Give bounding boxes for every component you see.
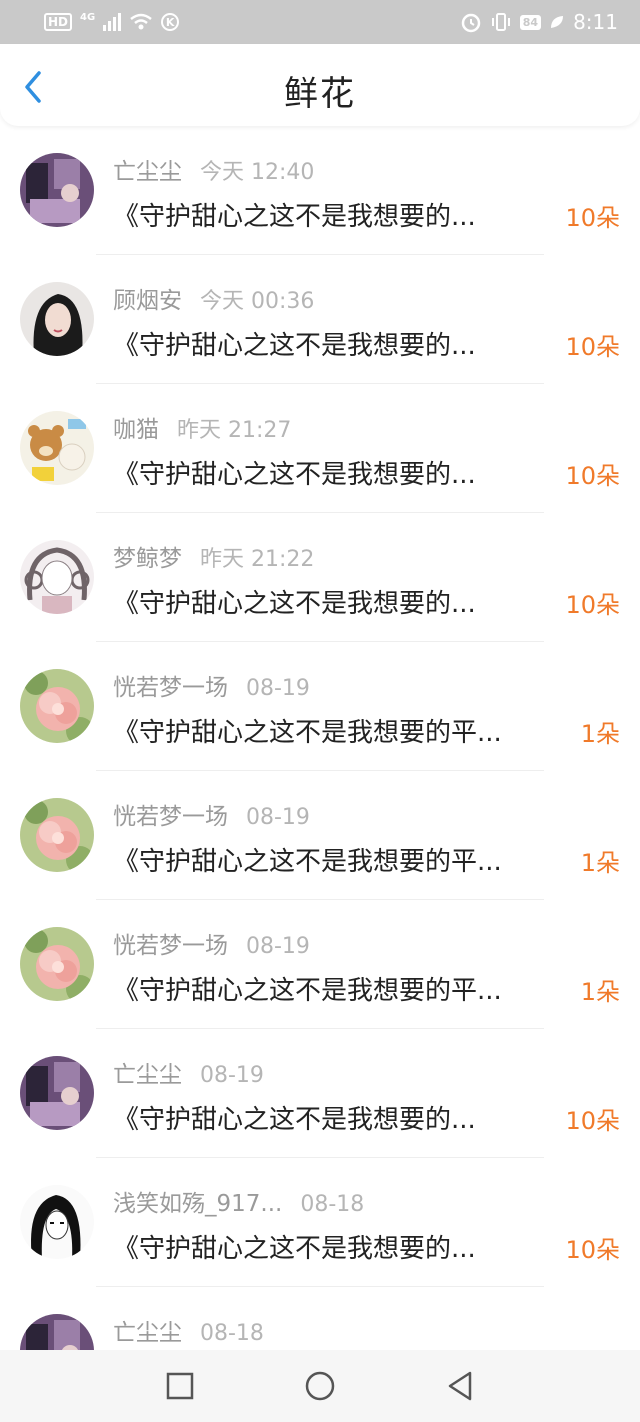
clock: 8:11: [573, 10, 618, 34]
flower-count: 10朵: [565, 591, 620, 619]
list-item[interactable]: 浅笑如殇_917... 08-18 《守护甜心之这不是我想要的... 10朵: [0, 1158, 640, 1287]
item-meta: 顾烟安 今天 00:36: [113, 281, 314, 315]
battery-icon: 84: [519, 14, 542, 30]
item-meta: 梦鲸梦 昨天 21:22: [113, 539, 314, 573]
book-title: 《守护甜心之这不是我想要的...: [113, 589, 476, 619]
avatar[interactable]: [20, 540, 94, 614]
username[interactable]: 顾烟安: [113, 281, 182, 315]
list-item[interactable]: 梦鲸梦 昨天 21:22 《守护甜心之这不是我想要的... 10朵: [0, 513, 640, 642]
book-title: 《守护甜心之这不是我想要的平...: [113, 718, 502, 748]
list-item[interactable]: 恍若梦一场 08-19 《守护甜心之这不是我想要的平... 1朵: [0, 642, 640, 771]
status-bar: HD 4G K 84 8:11: [0, 0, 640, 44]
item-meta: 亡尘尘 08-19: [113, 1055, 264, 1089]
avatar[interactable]: [20, 1185, 94, 1259]
item-meta: 恍若梦一场 08-19: [113, 797, 310, 831]
book-title: 《守护甜心之这不是我想要的...: [113, 1234, 476, 1264]
list-item[interactable]: 亡尘尘 今天 12:40 《守护甜心之这不是我想要的... 10朵: [0, 126, 640, 255]
timestamp: 昨天 21:22: [200, 547, 315, 572]
avatar[interactable]: [20, 669, 94, 743]
item-meta: 浅笑如殇_917... 08-18: [113, 1184, 364, 1218]
alarm-icon: [461, 13, 481, 33]
item-meta: 亡尘尘 08-18: [113, 1313, 264, 1347]
wifi-icon: [130, 13, 152, 30]
timestamp: 08-19: [246, 934, 310, 959]
username[interactable]: 咖猫: [113, 410, 159, 444]
page-title: 鲜花: [284, 74, 356, 114]
flower-count: 1朵: [580, 849, 620, 877]
username[interactable]: 梦鲸梦: [113, 539, 182, 573]
timestamp: 08-18: [300, 1192, 365, 1217]
hd-badge: HD: [44, 13, 73, 31]
book-title: 《守护甜心之这不是我想要的...: [113, 202, 476, 232]
avatar[interactable]: [20, 1056, 94, 1130]
header: 鲜花: [0, 44, 640, 126]
list-item[interactable]: 亡尘尘 08-18: [0, 1287, 640, 1350]
username[interactable]: 恍若梦一场: [113, 926, 228, 960]
status-right: 84 8:11: [460, 10, 618, 34]
flower-count: 10朵: [565, 333, 620, 361]
item-meta: 亡尘尘 今天 12:40: [113, 152, 314, 186]
system-back-button[interactable]: [440, 1366, 480, 1406]
flower-count: 10朵: [565, 1236, 620, 1264]
book-title: 《守护甜心之这不是我想要的...: [113, 331, 476, 361]
flower-count: 1朵: [580, 720, 620, 748]
timestamp: 08-18: [200, 1321, 264, 1346]
flower-count: 10朵: [565, 1107, 620, 1135]
list-item[interactable]: 咖猫 昨天 21:27 《守护甜心之这不是我想要的... 10朵: [0, 384, 640, 513]
system-nav-bar: [0, 1350, 640, 1422]
timestamp: 昨天 21:27: [177, 418, 292, 443]
username[interactable]: 恍若梦一场: [113, 797, 228, 831]
avatar[interactable]: [20, 1314, 94, 1350]
username[interactable]: 亡尘尘: [113, 152, 182, 186]
home-button[interactable]: [300, 1366, 340, 1406]
avatar[interactable]: [20, 153, 94, 227]
timestamp: 08-19: [246, 676, 310, 701]
vibrate-icon: [491, 13, 510, 31]
avatar[interactable]: [20, 927, 94, 1001]
list-item[interactable]: 顾烟安 今天 00:36 《守护甜心之这不是我想要的... 10朵: [0, 255, 640, 384]
square-icon: [166, 1372, 194, 1400]
timestamp: 今天 12:40: [200, 160, 315, 185]
timestamp: 08-19: [246, 805, 310, 830]
username[interactable]: 亡尘尘: [113, 1055, 182, 1089]
book-title: 《守护甜心之这不是我想要的平...: [113, 976, 502, 1006]
timestamp: 今天 00:36: [200, 289, 315, 314]
book-title: 《守护甜心之这不是我想要的平...: [113, 847, 502, 877]
flower-gift-list: 亡尘尘 今天 12:40 《守护甜心之这不是我想要的... 10朵 顾烟安 今天 00:3…: [0, 126, 640, 1350]
flower-count: 10朵: [565, 204, 620, 232]
leaf-icon: [551, 16, 564, 28]
username[interactable]: 亡尘尘: [113, 1313, 182, 1347]
network-label: 4G: [80, 11, 96, 23]
username[interactable]: 恍若梦一场: [113, 668, 228, 702]
avatar[interactable]: [20, 798, 94, 872]
item-meta: 咖猫 昨天 21:27: [113, 410, 291, 444]
signal-icon: [103, 13, 122, 31]
list-item[interactable]: 恍若梦一场 08-19 《守护甜心之这不是我想要的平... 1朵: [0, 771, 640, 900]
flower-count: 1朵: [580, 978, 620, 1006]
status-left: HD 4G K: [44, 11, 180, 32]
recent-apps-button[interactable]: [160, 1366, 200, 1406]
list-item[interactable]: 恍若梦一场 08-19 《守护甜心之这不是我想要的平... 1朵: [0, 900, 640, 1029]
timestamp: 08-19: [200, 1063, 264, 1088]
triangle-left-icon: [448, 1371, 472, 1401]
list-item[interactable]: 亡尘尘 08-19 《守护甜心之这不是我想要的... 10朵: [0, 1029, 640, 1158]
flower-count: 10朵: [565, 462, 620, 490]
circle-icon: [305, 1371, 335, 1401]
k-app-icon: K: [161, 13, 180, 31]
avatar[interactable]: [20, 282, 94, 356]
book-title: 《守护甜心之这不是我想要的...: [113, 460, 476, 490]
avatar[interactable]: [20, 411, 94, 485]
book-title: 《守护甜心之这不是我想要的...: [113, 1105, 476, 1135]
item-meta: 恍若梦一场 08-19: [113, 668, 310, 702]
item-meta: 恍若梦一场 08-19: [113, 926, 310, 960]
username[interactable]: 浅笑如殇_917...: [113, 1184, 282, 1218]
